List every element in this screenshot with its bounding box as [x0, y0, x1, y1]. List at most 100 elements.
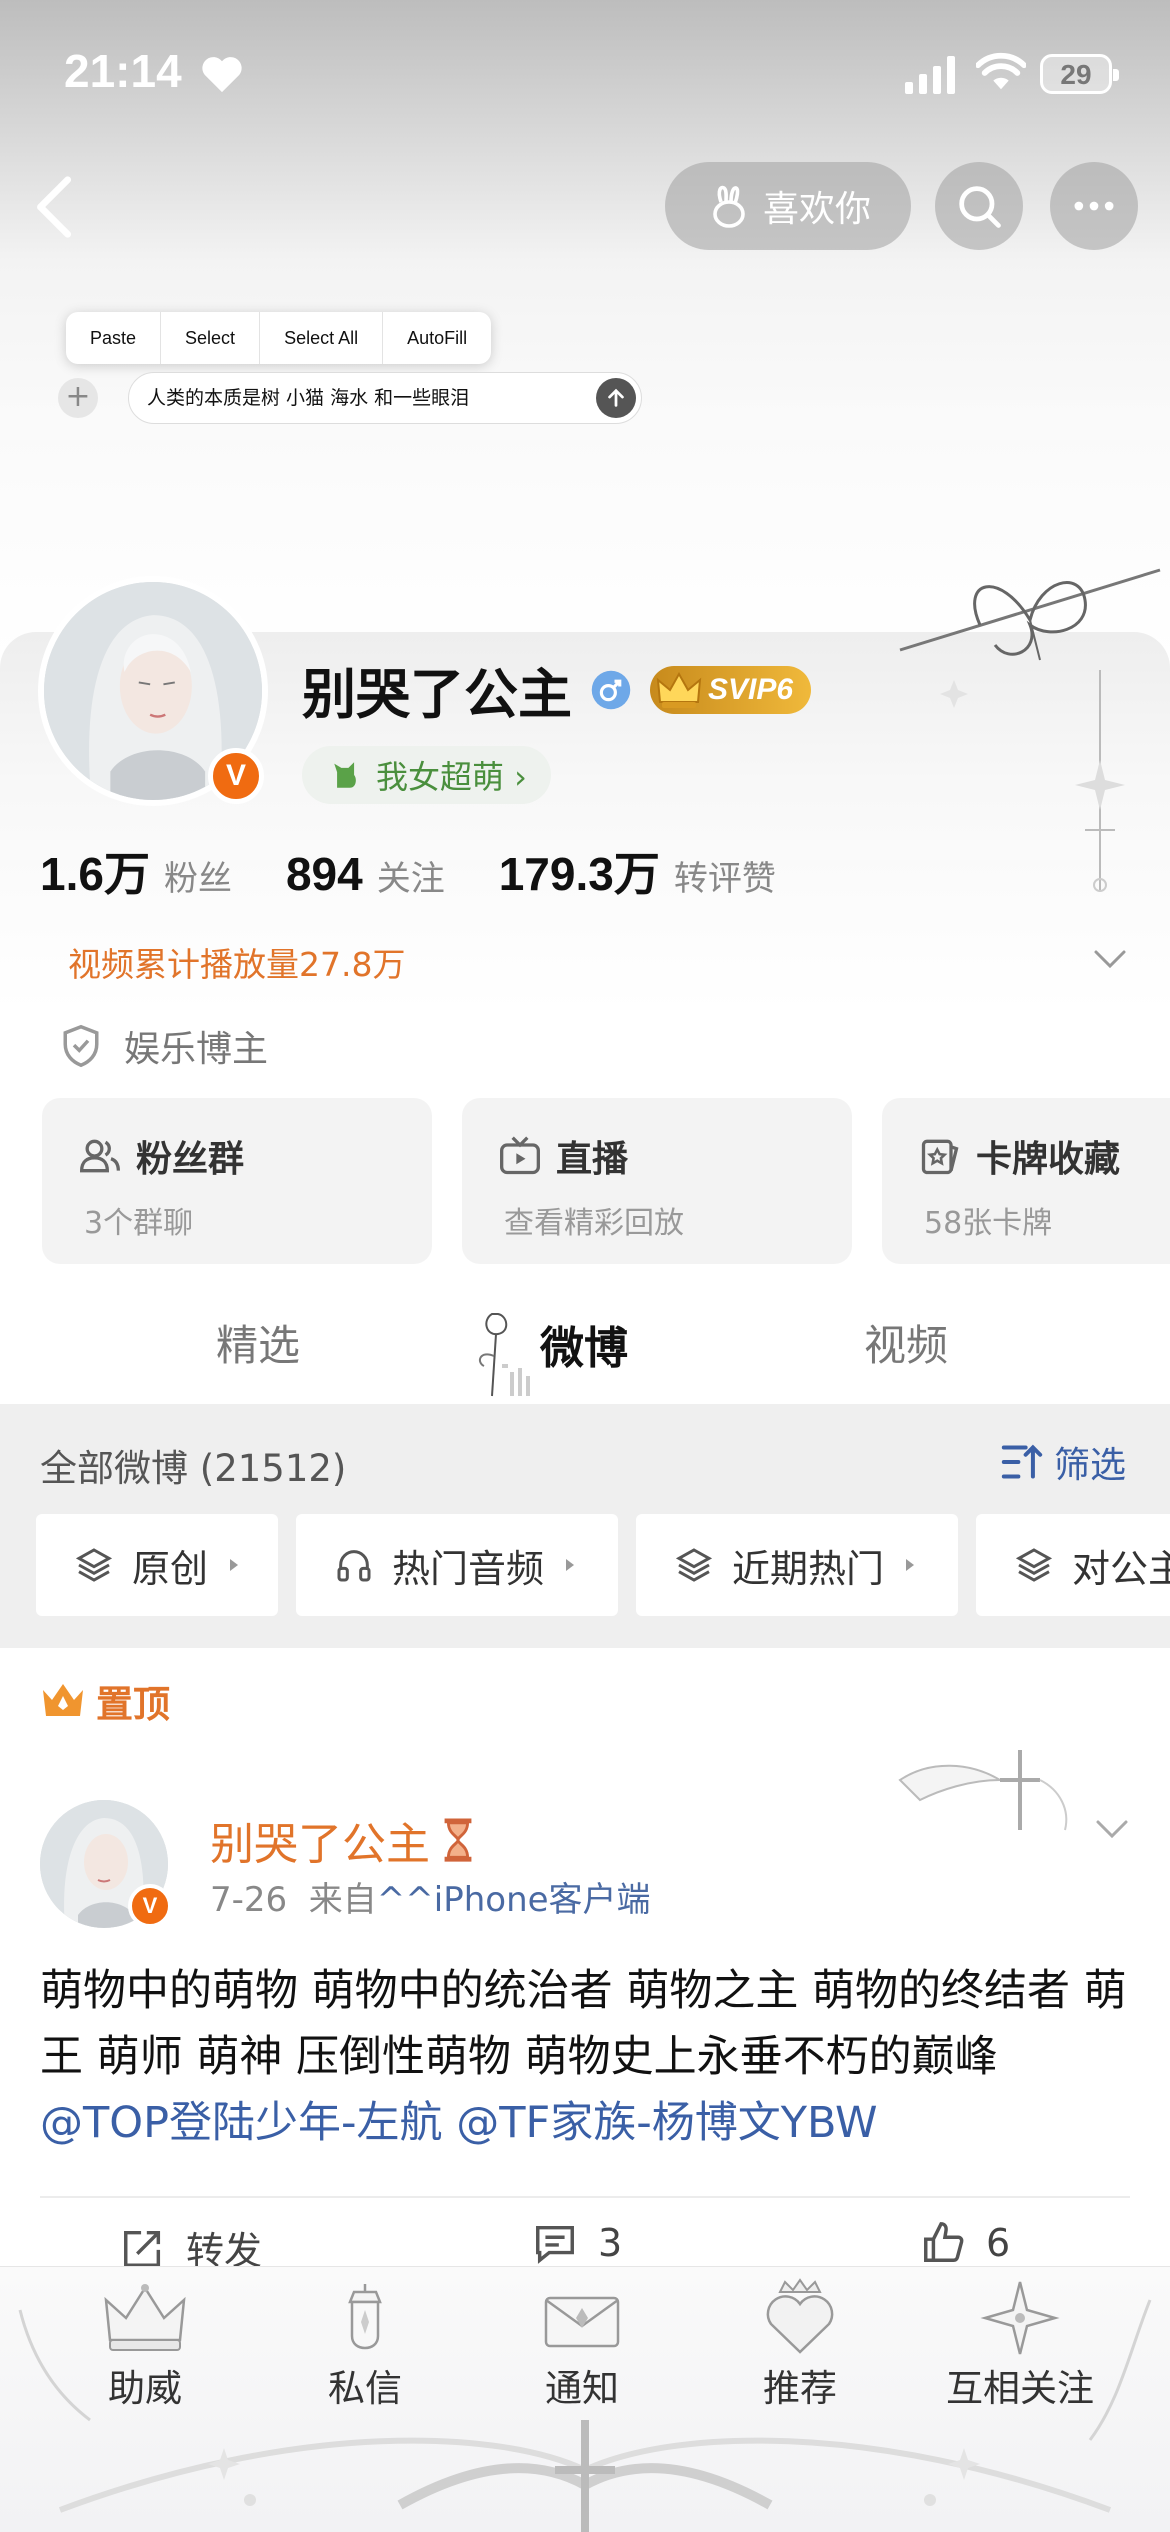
username-row: 别哭了公主 SVIP6 — [302, 650, 812, 729]
crown-icon — [43, 1684, 83, 1716]
post-divider — [40, 2196, 1130, 2198]
stat-fans[interactable]: 1.6万 粉丝 — [40, 838, 232, 904]
bottom-nav-label: 助威 — [108, 2367, 182, 2410]
tab-weibo[interactable]: 微博 — [540, 1312, 628, 1376]
bottom-nav-label: 推荐 — [763, 2367, 837, 2410]
filter-icon — [1001, 1444, 1043, 1479]
feature-card-title: 直播 — [556, 1139, 629, 1180]
chip-hot-audio[interactable]: 热门音频 — [296, 1514, 618, 1616]
compose-text: 人类的本质是树 小猫 海水 和一些眼泪 — [147, 387, 470, 409]
paste-menu-autofill[interactable]: AutoFill — [383, 312, 491, 364]
profile-tag[interactable]: 我女超萌 › — [302, 746, 551, 804]
stats-row: 1.6万 粉丝 894 关注 179.3万 转评赞 — [40, 838, 776, 904]
post-meta: 7-26 来自^^iPhone客户端 — [210, 1872, 651, 1921]
envelope-icon — [544, 2296, 620, 2348]
verify-row: 娱乐博主 — [60, 1020, 268, 1072]
back-icon[interactable] — [28, 172, 84, 242]
search-button[interactable] — [935, 162, 1023, 250]
stat-following[interactable]: 894 关注 — [286, 847, 445, 901]
post-body: 萌物中的萌物 萌物中的统治者 萌物之主 萌物的终结者 萌王 萌师 萌神 压倒性萌… — [40, 1966, 1127, 2082]
comment-icon — [536, 2225, 574, 2264]
status-time: 21:14 — [64, 45, 182, 97]
wifi-icon — [976, 52, 1026, 90]
compose-input[interactable]: 人类的本质是树 小猫 海水 和一些眼泪 — [128, 372, 642, 424]
chip-original[interactable]: 原创 — [36, 1514, 278, 1616]
like-you-button[interactable]: 喜欢你 — [665, 162, 911, 250]
post-author-name: 别哭了公主 — [210, 1819, 430, 1870]
stat-fans-label: 粉丝 — [163, 859, 232, 899]
feature-card-fan-group[interactable]: 粉丝群 3个群聊 — [42, 1098, 432, 1264]
chip-recent-hot[interactable]: 近期热门 — [636, 1514, 958, 1616]
feed-count: 全部微博 (21512) — [40, 1447, 347, 1490]
verify-text: 娱乐博主 — [124, 1029, 269, 1070]
cat-icon — [334, 762, 356, 788]
post-date: 7-26 — [210, 1880, 288, 1920]
paste-menu: Paste Select Select All AutoFill — [66, 312, 492, 364]
stat-following-num: 894 — [285, 848, 363, 900]
username: 别哭了公主 — [302, 663, 572, 726]
tab-video[interactable]: 视频 — [864, 1312, 948, 1373]
post-mention[interactable]: @TF家族-杨博文YBW — [456, 2098, 877, 2148]
post-source[interactable]: ^^iPhone客户端 — [377, 1880, 651, 1920]
post-text: 萌物中的萌物 萌物中的统治者 萌物之主 萌物的终结者 萌王 萌师 萌神 压倒性萌… — [40, 1958, 1140, 2156]
paste-menu-select[interactable]: Select — [161, 312, 261, 364]
repost-icon — [124, 2230, 161, 2267]
bottom-nav-label: 互相关注 — [946, 2367, 1094, 2410]
like-button[interactable]: 6 — [920, 2220, 1010, 2266]
bottom-nav-notifications[interactable]: 通知 — [532, 2278, 632, 2412]
post-author[interactable]: 别哭了公主 — [210, 1808, 478, 1872]
caret-right-icon — [566, 1559, 575, 1571]
paste-menu-paste[interactable]: Paste — [66, 312, 162, 364]
send-button[interactable] — [596, 378, 636, 418]
chip-to-princess[interactable]: 对公主 — [976, 1514, 1170, 1616]
filter-button[interactable]: 筛选 — [1000, 1436, 1126, 1488]
plus-icon[interactable]: + — [58, 378, 98, 418]
feature-card-title: 粉丝群 — [136, 1139, 245, 1180]
tv-icon — [500, 1136, 540, 1175]
stat-interactions-label: 转评赞 — [673, 859, 776, 899]
stat-following-label: 关注 — [376, 859, 445, 899]
male-gender-icon — [591, 670, 631, 709]
more-icon — [1074, 201, 1114, 211]
crown-icon — [656, 671, 702, 708]
bottom-nav-recommend[interactable]: 推荐 — [750, 2278, 850, 2412]
hourglass-icon — [444, 1818, 472, 1862]
signal-icon — [905, 56, 955, 94]
video-plays: 视频累计播放量27.8万 — [68, 945, 406, 984]
verified-badge: V — [128, 1884, 172, 1928]
comment-count: 3 — [598, 2221, 623, 2265]
shield-icon — [63, 1024, 99, 1068]
headphones-icon — [337, 1550, 371, 1582]
feature-card-live[interactable]: 直播 查看精彩回放 — [462, 1098, 852, 1264]
stat-interactions[interactable]: 179.3万 转评赞 — [499, 838, 776, 904]
users-icon — [80, 1139, 120, 1173]
thumbs-up-icon — [924, 2222, 964, 2262]
verified-badge: V — [208, 748, 264, 804]
svip-badge[interactable]: SVIP6 — [650, 665, 812, 714]
feature-card-card-collection[interactable]: 卡牌收藏 58张卡牌 — [882, 1098, 1170, 1264]
bottom-nav-messages[interactable]: 私信 — [315, 2278, 415, 2412]
bottom-nav-label: 通知 — [545, 2367, 619, 2410]
bottom-nav-mutual-follow[interactable]: 互相关注 — [940, 2278, 1100, 2412]
more-button[interactable] — [1050, 162, 1138, 250]
caret-right-icon — [230, 1559, 239, 1571]
paste-menu-select-all[interactable]: Select All — [260, 312, 384, 364]
post-mention[interactable]: @TOP登陆少年-左航 — [40, 2098, 443, 2148]
card-icon — [921, 1139, 959, 1175]
pinned-text: 置顶 — [96, 1683, 170, 1726]
stat-interactions-num: 179.3万 — [498, 848, 660, 900]
chevron-down-icon[interactable] — [1090, 944, 1130, 974]
layers-icon — [1015, 1548, 1053, 1582]
filter-label: 筛选 — [1054, 1445, 1127, 1486]
chip-label: 对公主 — [1072, 1546, 1170, 1591]
comment-button[interactable]: 3 — [532, 2220, 622, 2266]
tab-featured[interactable]: 精选 — [216, 1312, 300, 1373]
bunny-icon — [713, 185, 745, 228]
layers-icon — [75, 1548, 113, 1582]
chevron-down-icon[interactable] — [1092, 1814, 1132, 1844]
bottom-nav-cheer[interactable]: 助威 — [95, 2278, 195, 2412]
bottom-nav-label: 私信 — [328, 2367, 402, 2410]
crown-icon — [104, 2284, 186, 2351]
heart-crown-icon — [766, 2278, 834, 2354]
caret-right-icon — [906, 1559, 915, 1571]
